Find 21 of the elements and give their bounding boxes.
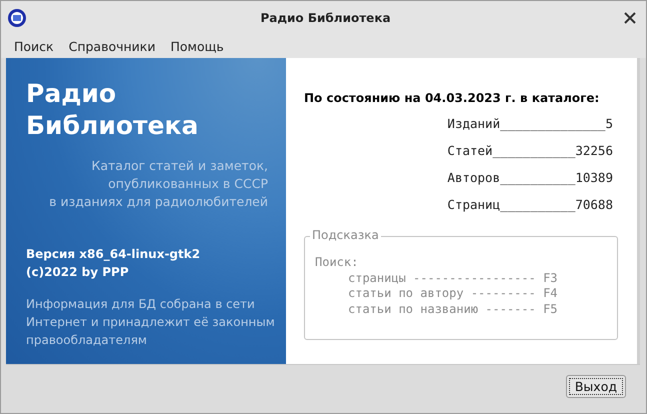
menu-item[interactable]: Справочники (68, 38, 156, 54)
stat-row-text: Авторов__________10389 (447, 169, 613, 187)
close-icon[interactable] (624, 12, 636, 24)
app-title: Радио Библиотека (26, 78, 200, 142)
exit-button[interactable]: Выход (566, 375, 626, 398)
stats-heading: По состоянию на 04.03.2023 г. в каталоге: (304, 91, 600, 105)
app-icon (7, 8, 27, 28)
version-text: Версия x86_64-linux-gtk2 (c)2022 by PPP (26, 246, 202, 281)
stat-row-text: Изданий______________5 (447, 115, 613, 133)
hint-heading: Поиск: (315, 255, 360, 270)
stat-row-text: Страниц__________70688 (447, 196, 613, 214)
window-title: Радио Библиотека (259, 10, 392, 24)
menu-item[interactable]: Поиск (14, 38, 54, 54)
notice-text: Информация для БД собрана в сети Интернет и принадлежит её законным правообладателям (26, 296, 276, 349)
menu-item[interactable]: Помощь (170, 38, 224, 54)
description-text: Каталог статей и заметок, опубликованных в СССР в изданиях для радиолюбителей (48, 157, 268, 211)
hint-title: Подсказка (310, 228, 381, 244)
hint-line: страницы ----------------- F3 (347, 270, 559, 286)
hint-line: статьи по названию ------- F5 (347, 302, 559, 317)
stat-row-text: Статей___________32256 (447, 142, 613, 160)
hint-line: статьи по автору --------- F4 (347, 286, 559, 302)
